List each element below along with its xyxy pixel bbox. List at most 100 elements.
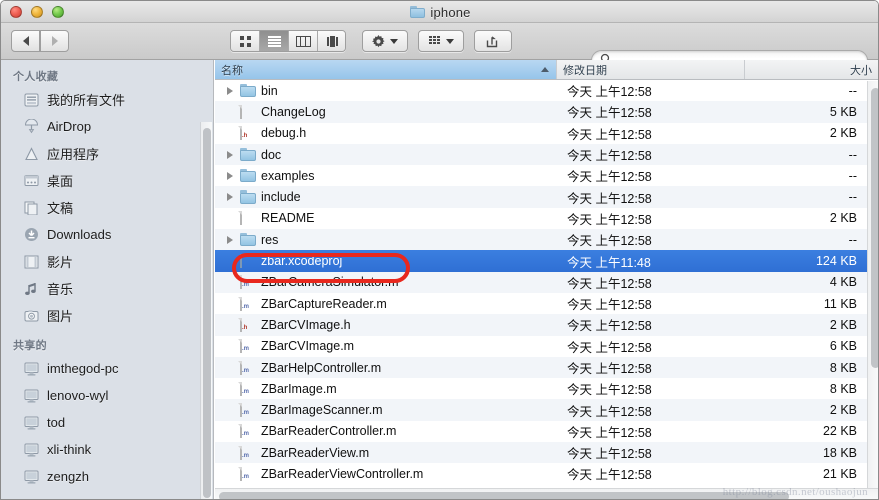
table-row[interactable]: .m ZBarCaptureReader.m 今天 上午12:58 11 KB <box>215 293 878 314</box>
file-date-cell: 今天 上午12:58 <box>567 425 652 440</box>
file-date-cell: 今天 上午12:58 <box>567 447 652 462</box>
sidebar-item-label: Downloads <box>47 227 112 242</box>
sidebar-item-tod[interactable]: tod <box>1 409 213 436</box>
file-size-cell: 2 KB <box>829 317 857 332</box>
document-icon <box>240 104 256 119</box>
table-row[interactable]: bin 今天 上午12:58 -- <box>215 80 878 101</box>
file-name-label: ZBarReaderView.m <box>261 445 370 460</box>
back-button[interactable] <box>11 30 40 52</box>
objc-file-icon: .m <box>240 360 256 375</box>
file-size-cell: -- <box>848 147 857 162</box>
table-row[interactable]: .h debug.h 今天 上午12:58 2 KB <box>215 123 878 144</box>
file-list-vertical-scrollbar-thumb[interactable] <box>871 88 878 368</box>
file-date-cell: 今天 上午12:58 <box>567 212 652 227</box>
sidebar-scrollbar[interactable] <box>200 122 212 499</box>
document-icon <box>240 211 256 226</box>
file-date-cell: 今天 上午12:58 <box>567 127 652 142</box>
table-row[interactable]: res 今天 上午12:58 -- <box>215 229 878 251</box>
table-row[interactable]: .m ZBarReaderController.m 今天 上午12:58 22 KB <box>215 421 878 442</box>
file-name-cell: .h debug.h <box>215 126 557 141</box>
file-size-cell: 21 KB <box>822 466 857 481</box>
sidebar-item-applications[interactable]: 应用程序 <box>1 140 213 167</box>
sidebar-scrollbar-thumb[interactable] <box>203 128 211 498</box>
computer-icon <box>23 442 40 458</box>
disclosure-triangle-icon[interactable] <box>225 171 235 181</box>
disclosure-triangle-icon[interactable] <box>225 192 235 202</box>
forward-button[interactable] <box>40 30 69 52</box>
sidebar-item-downloads[interactable]: Downloads <box>1 221 213 248</box>
column-header-size[interactable]: 大小 <box>745 60 878 79</box>
file-size-cell: 5 KB <box>829 104 857 119</box>
table-row[interactable]: examples 今天 上午12:58 -- <box>215 165 878 186</box>
file-name-label: zbar.xcodeproj <box>261 254 343 269</box>
applications-icon <box>23 146 40 162</box>
table-row[interactable]: .m ZBarCVImage.m 今天 上午12:58 6 KB <box>215 336 878 357</box>
sidebar-item-label: 桌面 <box>47 174 74 189</box>
table-row[interactable]: doc 今天 上午12:58 -- <box>215 143 878 166</box>
coverflow-view-button[interactable] <box>318 31 345 51</box>
list-view-button[interactable] <box>260 31 289 51</box>
file-date-cell: 今天 上午12:58 <box>567 340 652 355</box>
view-mode-group <box>230 30 346 52</box>
file-name-cell: .m ZBarImage.m <box>215 381 557 396</box>
disclosure-triangle-icon[interactable] <box>225 150 235 160</box>
columns-icon <box>295 35 311 47</box>
disclosure-triangle-icon[interactable] <box>225 235 235 245</box>
arrange-menu-button[interactable] <box>418 30 464 52</box>
file-name-cell: README <box>215 211 557 226</box>
disclosure-triangle-icon[interactable] <box>225 86 235 96</box>
column-header-name[interactable]: 名称 <box>215 60 557 79</box>
table-row[interactable]: README 今天 上午12:58 2 KB <box>215 208 878 229</box>
file-name-cell: .h ZBarCVImage.h <box>215 317 557 332</box>
folder-icon <box>240 232 256 247</box>
action-menu-button[interactable] <box>362 30 408 52</box>
icon-view-button[interactable] <box>231 31 260 51</box>
file-name-label: bin <box>261 83 278 98</box>
file-list-pane: 名称 修改日期 大小 bin 今天 上午12:58 -- ChangeLog 今天 上午… <box>215 60 878 499</box>
table-row[interactable]: .h ZBarCVImage.h 今天 上午12:58 2 KB <box>215 314 878 336</box>
table-row[interactable]: .m ZBarImage.m 今天 上午12:58 8 KB <box>215 378 878 399</box>
sidebar-item-label: zengzh <box>47 469 89 484</box>
sidebar-item-lenovo-wyl[interactable]: lenovo-wyl <box>1 382 213 409</box>
table-row[interactable]: .m ZBarHelpController.m 今天 上午12:58 8 KB <box>215 356 878 379</box>
column-view-button[interactable] <box>289 31 318 51</box>
file-list-horizontal-scrollbar-thumb[interactable] <box>219 492 789 499</box>
objc-file-icon: .m <box>240 445 256 460</box>
sidebar-item-documents[interactable]: 文稿 <box>1 194 213 221</box>
table-row[interactable]: ChangeLog 今天 上午12:58 5 KB <box>215 101 878 123</box>
file-size-cell: -- <box>848 83 857 98</box>
objc-file-icon: .m <box>240 339 256 354</box>
column-header-date[interactable]: 修改日期 <box>557 60 745 79</box>
sidebar-item-airdrop[interactable]: AirDrop <box>1 113 213 140</box>
table-row[interactable]: .m ZBarReaderView.m 今天 上午12:58 18 KB <box>215 442 878 464</box>
file-date-cell: 今天 上午12:58 <box>567 106 652 121</box>
sidebar-item-xli-think[interactable]: xli-think <box>1 436 213 463</box>
table-row[interactable]: .m ZBarReaderViewController.m 今天 上午12:58 21… <box>215 463 878 484</box>
table-row[interactable]: .m ZBarCameraSimulator.m 今天 上午12:58 4 KB <box>215 271 878 293</box>
sidebar-item-music[interactable]: 音乐 <box>1 275 213 302</box>
share-button[interactable] <box>474 30 512 52</box>
file-name-cell: zbar.xcodeproj <box>215 254 557 269</box>
sidebar-item-movies[interactable]: 影片 <box>1 248 213 275</box>
desktop-icon <box>23 173 40 189</box>
file-name-label: ZBarImageScanner.m <box>261 403 383 418</box>
file-name-cell: res <box>215 232 557 247</box>
sidebar-item-imthegod-pc[interactable]: imthegod-pc <box>1 355 213 382</box>
table-row[interactable]: include 今天 上午12:58 -- <box>215 186 878 208</box>
sidebar-item-desktop[interactable]: 桌面 <box>1 167 213 194</box>
folder-icon <box>240 190 256 204</box>
sidebar-item-all-files[interactable]: 我的所有文件 <box>1 86 213 113</box>
file-size-cell: 8 KB <box>829 381 857 396</box>
file-list-vertical-scrollbar[interactable] <box>867 81 878 488</box>
sidebar-item-zengzh[interactable]: zengzh <box>1 463 213 490</box>
chevron-right-icon <box>51 36 58 46</box>
sidebar-item-pictures[interactable]: 图片 <box>1 302 213 329</box>
table-row[interactable]: .m ZBarImageScanner.m 今天 上午12:58 2 KB <box>215 399 878 421</box>
table-row[interactable]: zbar.xcodeproj 今天 上午11:48 124 KB <box>215 250 878 272</box>
